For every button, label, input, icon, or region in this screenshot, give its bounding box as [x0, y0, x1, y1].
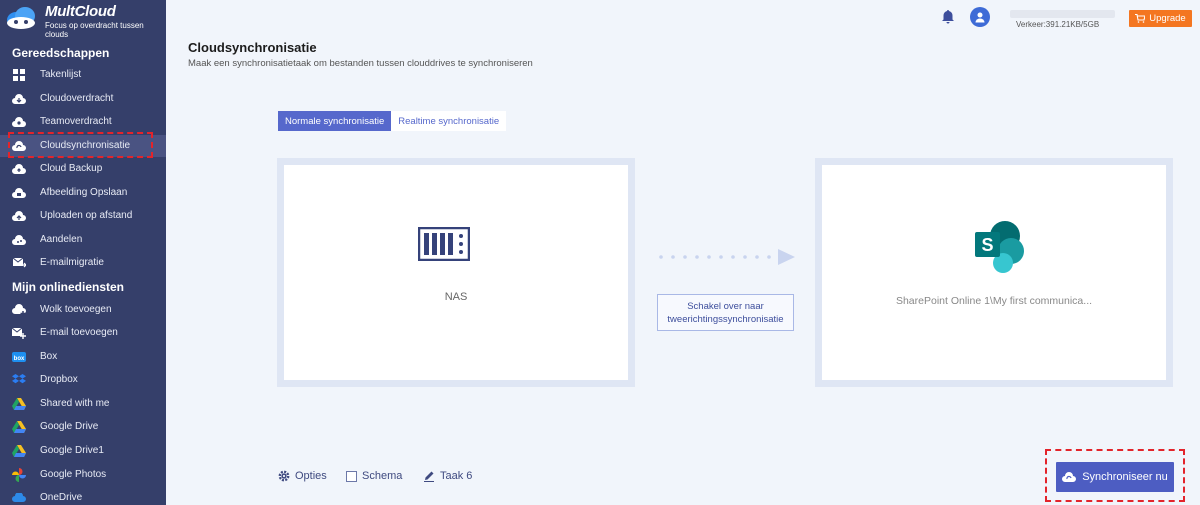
- sidebar-item-cloudoverdracht[interactable]: Cloudoverdracht: [0, 88, 166, 110]
- sidebar-item-uploaden-op-afstand[interactable]: Uploaden op afstand: [0, 205, 166, 227]
- schema-checkbox[interactable]: Schema: [346, 470, 402, 482]
- options-button[interactable]: Opties: [278, 470, 327, 482]
- source-panel-handle: [457, 372, 579, 378]
- sidebar-item-label: Afbeelding Opslaan: [40, 187, 128, 198]
- target-panel[interactable]: S SharePoint Online 1\My first communica…: [815, 158, 1173, 387]
- traffic-label: Verkeer:391.21KB/5GB: [1016, 20, 1100, 29]
- sync-now-button[interactable]: Synchroniseer nu: [1056, 462, 1174, 492]
- task-name-edit[interactable]: Taak 6: [423, 470, 472, 482]
- target-panel-inner[interactable]: S SharePoint Online 1\My first communica…: [822, 165, 1166, 380]
- checkbox-icon[interactable]: [346, 470, 357, 482]
- source-label: NAS: [444, 291, 468, 303]
- sidebar-item-label: Cloud Backup: [40, 163, 103, 174]
- sidebar-item-google-drive1[interactable]: Google Drive1: [0, 440, 166, 462]
- pencil-icon: [424, 471, 434, 482]
- sidebar-item-label: E-mailmigratie: [40, 257, 104, 268]
- sidebar-item-onedrive[interactable]: OneDrive: [0, 487, 166, 505]
- switch-two-way-sync-button[interactable]: Schakel over naar tweerichtingssynchroni…: [657, 294, 794, 331]
- multcloud-logo-icon: [7, 7, 35, 29]
- sync-mode-tabs: Normale synchronisatie Realtime synchron…: [278, 111, 507, 131]
- box-icon: box: [12, 350, 26, 364]
- sidebar-item-dropbox[interactable]: Dropbox: [0, 369, 166, 391]
- sidebar-item-cloud-backup[interactable]: Cloud Backup: [0, 158, 166, 180]
- cart-icon: [1135, 14, 1146, 23]
- sidebar-item-label: Google Drive: [40, 421, 99, 432]
- task-label: Taak 6: [440, 470, 473, 482]
- email-migration-icon: [12, 256, 26, 270]
- traffic-bar: [1010, 10, 1115, 18]
- share-icon: [12, 233, 26, 247]
- sidebar-item-label: Dropbox: [40, 374, 78, 385]
- sidebar-item-shared-with-me[interactable]: Shared with me: [0, 393, 166, 415]
- sidebar-item-box[interactable]: box Box: [0, 346, 166, 368]
- sharepoint-icon: S: [975, 221, 1024, 273]
- team-transfer-icon: [12, 115, 26, 129]
- sidebar-item-label: Wolk toevoegen: [40, 304, 112, 315]
- sidebar-item-label: Uploaden op afstand: [40, 210, 133, 221]
- add-email-icon: [12, 326, 26, 340]
- target-label: SharePoint Online 1\My first communica..…: [895, 295, 1093, 307]
- sync-now-label: Synchroniseer nu: [1082, 471, 1168, 483]
- google-drive-icon: [12, 420, 26, 434]
- upgrade-button[interactable]: Upgrade: [1129, 10, 1192, 27]
- tools-heading: Gereedschappen: [12, 46, 110, 60]
- grid-icon: [12, 68, 26, 82]
- sync-direction-arrow-icon: [659, 249, 795, 265]
- sidebar-item-label: Google Drive1: [40, 445, 104, 456]
- sidebar-item-label: Google Photos: [40, 469, 107, 480]
- sidebar-item-label: Cloudoverdracht: [40, 93, 114, 104]
- sidebar-item-e-mailmigratie[interactable]: E-mailmigratie: [0, 252, 166, 274]
- options-label: Opties: [295, 470, 327, 482]
- image-save-icon: [12, 186, 26, 200]
- sidebar-item-label: Teamoverdracht: [40, 116, 112, 127]
- gear-icon: [278, 470, 290, 482]
- sidebar-item-e-mail-toevoegen[interactable]: E-mail toevoegen: [0, 322, 166, 344]
- upgrade-label: Upgrade: [1149, 13, 1186, 24]
- google-drive-shared-icon: [12, 397, 26, 411]
- dropbox-icon: [12, 373, 26, 387]
- page-subtitle: Maak een synchronisatietaak om bestanden…: [188, 58, 533, 69]
- app-name: MultCloud: [45, 3, 116, 20]
- google-drive-icon: [12, 444, 26, 458]
- highlight-cloudsync: [8, 132, 153, 158]
- sidebar-item-aandelen[interactable]: Aandelen: [0, 229, 166, 251]
- remote-upload-icon: [12, 209, 26, 223]
- sidebar-item-wolk-toevoegen[interactable]: Wolk toevoegen: [0, 299, 166, 321]
- sidebar-item-teamoverdracht[interactable]: Teamoverdracht: [0, 111, 166, 133]
- sidebar-item-label: Aandelen: [40, 234, 83, 245]
- avatar[interactable]: [970, 7, 990, 27]
- schema-label: Schema: [362, 470, 403, 482]
- nas-icon: [418, 227, 470, 261]
- page-title: Cloudsynchronisatie: [188, 40, 317, 55]
- user-icon: [975, 12, 985, 23]
- tab-realtime-synchronisatie[interactable]: Realtime synchronisatie: [391, 111, 507, 131]
- svg-text:box: box: [14, 356, 25, 362]
- cloud-backup-icon: [12, 162, 26, 176]
- add-cloud-icon: [12, 303, 26, 317]
- svg-text:S: S: [981, 235, 993, 255]
- cloud-sync-icon: [1062, 471, 1077, 482]
- google-photos-icon: [12, 468, 26, 482]
- app-tagline: Focus op overdracht tussen clouds: [45, 21, 144, 39]
- tab-normale-synchronisatie[interactable]: Normale synchronisatie: [278, 111, 392, 131]
- bell-icon[interactable]: [940, 9, 956, 25]
- sidebar-item-label: Takenlijst: [40, 69, 82, 80]
- sidebar-item-google-drive[interactable]: Google Drive: [0, 416, 166, 438]
- source-panel[interactable]: NAS: [277, 158, 635, 387]
- sidebar-item-takenlijst[interactable]: Takenlijst: [0, 64, 166, 86]
- sidebar-item-label: OneDrive: [40, 492, 83, 503]
- sidebar-item-label: Shared with me: [40, 398, 110, 409]
- sidebar-item-afbeelding-opslaan[interactable]: Afbeelding Opslaan: [0, 182, 166, 204]
- sidebar: MultCloud Focus op overdracht tussen clo…: [0, 0, 166, 505]
- source-panel-inner[interactable]: NAS: [284, 165, 628, 380]
- sidebar-item-google-photos[interactable]: Google Photos: [0, 464, 166, 486]
- onedrive-icon: [12, 491, 26, 505]
- services-heading: Mijn onlinediensten: [12, 280, 125, 294]
- logo[interactable]: MultCloud Focus op overdracht tussen clo…: [0, 0, 166, 42]
- sidebar-item-label: E-mail toevoegen: [40, 327, 118, 338]
- cloud-transfer-icon: [12, 92, 26, 106]
- sidebar-item-label: Box: [40, 351, 58, 362]
